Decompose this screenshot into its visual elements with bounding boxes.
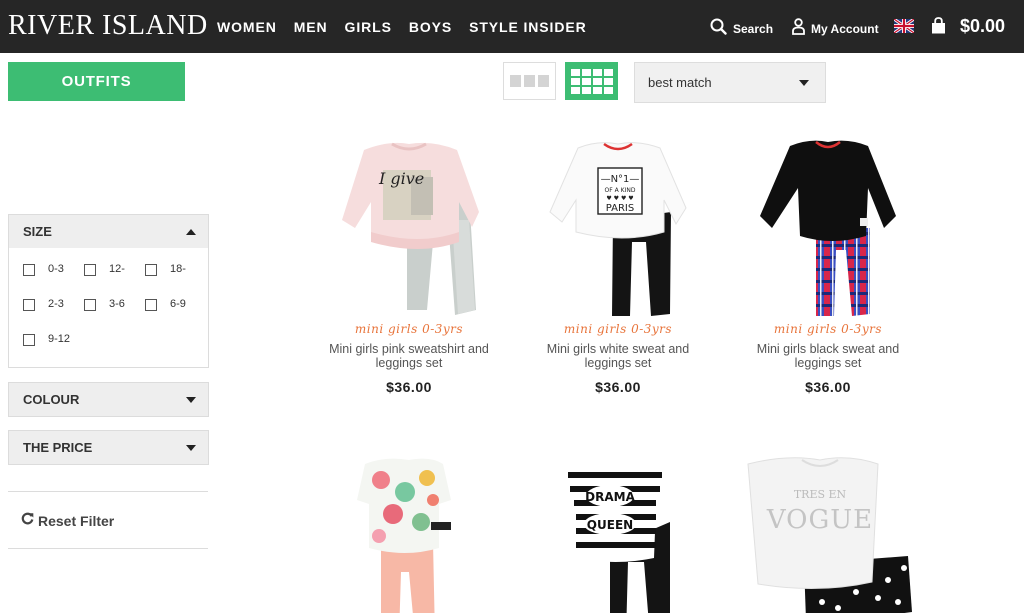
sweatshirt-print: I give: [378, 169, 424, 188]
white-sweat-leggings-illustration: —N°1— OF A KIND ♥ ♥ ♥ ♥ PARIS: [549, 142, 687, 316]
product-card[interactable]: TRES EN VOGUE: [728, 452, 928, 613]
sweat-print-line-4: PARIS: [606, 203, 634, 214]
size-option-6-9[interactable]: 6-9: [145, 297, 198, 312]
divider: [8, 491, 208, 492]
bag-total[interactable]: $0.00: [960, 16, 1005, 37]
size-option-3-6[interactable]: 3-6: [84, 297, 137, 312]
grid-3-icon: [510, 75, 549, 87]
chevron-down-icon: [186, 444, 196, 451]
top-print-line-1: DRAMA: [585, 490, 635, 504]
product-category: mini girls 0-3yrs: [563, 322, 673, 336]
price-filter-header[interactable]: THE PRICE: [9, 431, 208, 464]
pink-sweatshirt-leggings-illustration: I give: [342, 142, 479, 315]
nav-style-insider[interactable]: STYLE INSIDER: [469, 19, 587, 35]
checkbox[interactable]: [84, 299, 96, 311]
price-filter[interactable]: THE PRICE: [8, 430, 209, 465]
user-icon: [792, 18, 805, 40]
size-option-12[interactable]: 12-: [84, 262, 137, 277]
vogue-top-heart-shorts-illustration: TRES EN VOGUE: [747, 457, 912, 613]
checkbox[interactable]: [23, 334, 35, 346]
checkbox[interactable]: [84, 264, 96, 276]
divider: [8, 548, 208, 549]
grid-3-view-button[interactable]: [503, 62, 556, 100]
top-print-line-1: TRES EN: [794, 488, 847, 501]
product-card[interactable]: I give mini girls 0-3yrs Mini girls pink…: [309, 132, 509, 395]
checkbox[interactable]: [23, 264, 35, 276]
sweat-print-line-3: ♥ ♥ ♥ ♥: [606, 195, 633, 202]
size-filter: SIZE 0-3 12- 18- 2-3 3-6 6-9 9-12: [8, 214, 209, 368]
uk-flag-icon[interactable]: [894, 19, 914, 33]
product-image[interactable]: DRAMA QUEEN: [518, 452, 718, 613]
product-image[interactable]: I give: [309, 132, 509, 317]
colour-filter-title: COLOUR: [23, 392, 80, 407]
chevron-down-icon: [799, 79, 809, 86]
floral-top-pink-leggings-illustration: [357, 458, 451, 613]
my-account-button[interactable]: My Account: [792, 18, 879, 40]
product-price: $36.00: [595, 379, 641, 395]
grid-4-view-button[interactable]: [565, 62, 618, 100]
top-print-line-2: QUEEN: [587, 518, 633, 532]
product-card[interactable]: DRAMA QUEEN: [518, 452, 718, 613]
drama-queen-top-leggings-illustration: DRAMA QUEEN: [562, 458, 670, 613]
product-name[interactable]: Mini girls pink sweatshirt and leggings …: [309, 342, 509, 370]
sort-select[interactable]: best match: [634, 62, 826, 103]
search-label: Search: [733, 22, 774, 36]
product-image[interactable]: TRES EN VOGUE: [728, 452, 928, 613]
product-image[interactable]: —N°1— OF A KIND ♥ ♥ ♥ ♥ PARIS: [518, 132, 718, 317]
product-category: mini girls 0-3yrs: [354, 322, 464, 336]
nav-girls[interactable]: GIRLS: [345, 19, 392, 35]
colour-filter[interactable]: COLOUR: [8, 382, 209, 417]
nav-women[interactable]: WOMEN: [217, 19, 277, 35]
refresh-icon: [21, 512, 34, 530]
sweat-print-line-2: OF A KIND: [605, 187, 636, 194]
product-name[interactable]: Mini girls black sweat and leggings set: [728, 342, 928, 370]
reset-filter-label: Reset Filter: [38, 513, 115, 529]
size-option-0-3[interactable]: 0-3: [23, 262, 76, 277]
product-image[interactable]: [309, 452, 509, 613]
sort-selected-value: best match: [648, 75, 712, 90]
size-options: 0-3 12- 18- 2-3 3-6 6-9 9-12: [9, 248, 208, 367]
black-sweat-check-leggings-illustration: [760, 140, 896, 316]
nav-boys[interactable]: BOYS: [409, 19, 452, 35]
checkbox[interactable]: [145, 299, 157, 311]
grid-4-icon: [570, 68, 613, 94]
brand-logo[interactable]: RIVER ISLAND: [8, 10, 208, 42]
product-price: $36.00: [805, 379, 851, 395]
product-image[interactable]: [728, 132, 928, 317]
reset-filter-button[interactable]: Reset Filter: [21, 512, 114, 530]
checkbox[interactable]: [145, 264, 157, 276]
product-category: mini girls 0-3yrs: [773, 322, 883, 336]
main-nav: WOMEN MEN GIRLS BOYS STYLE INSIDER: [217, 19, 604, 35]
product-card[interactable]: [309, 452, 509, 613]
outfits-button[interactable]: OUTFITS: [8, 62, 185, 101]
chevron-down-icon: [186, 396, 196, 403]
search-icon: [710, 18, 727, 40]
product-price: $36.00: [386, 379, 432, 395]
search-button[interactable]: Search: [710, 18, 773, 40]
size-filter-header[interactable]: SIZE: [9, 215, 208, 248]
price-filter-title: THE PRICE: [23, 440, 93, 455]
sweat-print-line-1: —N°1—: [601, 174, 640, 185]
my-account-label: My Account: [811, 22, 879, 36]
product-card[interactable]: mini girls 0-3yrs Mini girls black sweat…: [728, 132, 928, 395]
size-option-2-3[interactable]: 2-3: [23, 297, 76, 312]
size-filter-title: SIZE: [23, 224, 52, 239]
top-print-line-2: VOGUE: [766, 505, 873, 535]
colour-filter-header[interactable]: COLOUR: [9, 383, 208, 416]
size-option-9-12[interactable]: 9-12: [23, 332, 76, 347]
product-name[interactable]: Mini girls white sweat and leggings set: [518, 342, 718, 370]
chevron-up-icon: [186, 228, 196, 235]
nav-men[interactable]: MEN: [294, 19, 328, 35]
product-card[interactable]: —N°1— OF A KIND ♥ ♥ ♥ ♥ PARIS mini girls…: [518, 132, 718, 395]
bag-icon[interactable]: [931, 17, 946, 34]
size-option-18[interactable]: 18-: [145, 262, 198, 277]
top-header: RIVER ISLAND WOMEN MEN GIRLS BOYS STYLE …: [0, 0, 1024, 53]
checkbox[interactable]: [23, 299, 35, 311]
